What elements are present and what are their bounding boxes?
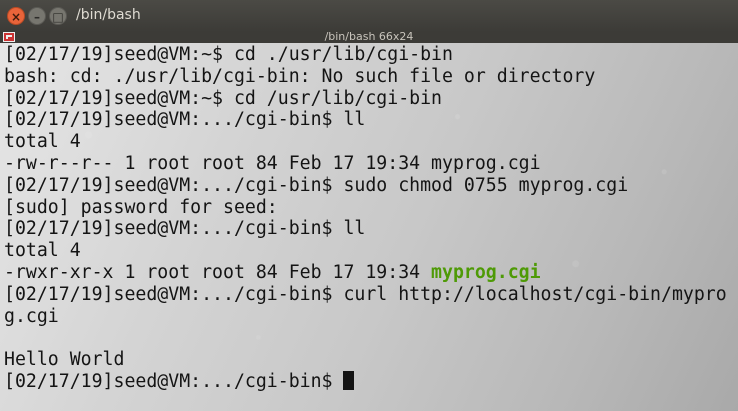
terminal-lines: [02/17/19]seed@VM:~$ cd ./usr/lib/cgi-bi… [4, 44, 727, 393]
minimize-button[interactable]: – [28, 7, 46, 25]
prompt-text: [02/17/19]seed@VM:.../cgi-bin$ [4, 370, 344, 392]
terminal-window: × – □ /bin/bash /bin/bash 66x24 [02/17/1… [0, 0, 738, 411]
terminal-line: [02/17/19]seed@VM:.../cgi-bin$ sudo chmo… [4, 174, 629, 196]
terminal-line: -rw-r--r-- 1 root root 84 Feb 17 19:34 m… [4, 152, 541, 174]
terminal-output[interactable]: [02/17/19]seed@VM:~$ cd ./usr/lib/cgi-bi… [0, 43, 738, 411]
text-cursor [343, 370, 355, 390]
tab-title: /bin/bash 66x24 [324, 30, 414, 43]
terminal-line: bash: cd: ./usr/lib/cgi-bin: No such fil… [4, 65, 596, 87]
terminal-line: g.cgi [4, 305, 59, 327]
maximize-button[interactable]: □ [49, 7, 67, 25]
ls-listing-text: -rwxr-xr-x 1 root root 84 Feb 17 19:34 [4, 261, 432, 283]
terminal-line: total 4 [4, 131, 81, 153]
window-title: /bin/bash [76, 7, 141, 23]
tab-bar: /bin/bash 66x24 [0, 30, 738, 43]
terminal-line: [02/17/19]seed@VM:~$ cd /usr/lib/cgi-bin [4, 87, 442, 109]
terminal-line: -rwxr-xr-x 1 root root 84 Feb 17 19:34 m… [4, 262, 727, 284]
executable-filename: myprog.cgi [431, 261, 541, 283]
terminal-line: Hello World [4, 349, 125, 371]
close-button[interactable]: × [7, 7, 25, 25]
title-bar[interactable]: × – □ /bin/bash [0, 0, 738, 33]
terminal-prompt-line[interactable]: [02/17/19]seed@VM:.../cgi-bin$ [4, 370, 727, 393]
terminal-line: [02/17/19]seed@VM:.../cgi-bin$ ll [4, 109, 366, 131]
terminal-line: [02/17/19]seed@VM:.../cgi-bin$ curl http… [4, 283, 727, 305]
terminal-line: [02/17/19]seed@VM:.../cgi-bin$ ll [4, 218, 366, 240]
terminal-line: [sudo] password for seed: [4, 196, 278, 218]
terminal-line: total 4 [4, 240, 81, 262]
terminal-line: [02/17/19]seed@VM:~$ cd ./usr/lib/cgi-bi… [4, 44, 453, 65]
